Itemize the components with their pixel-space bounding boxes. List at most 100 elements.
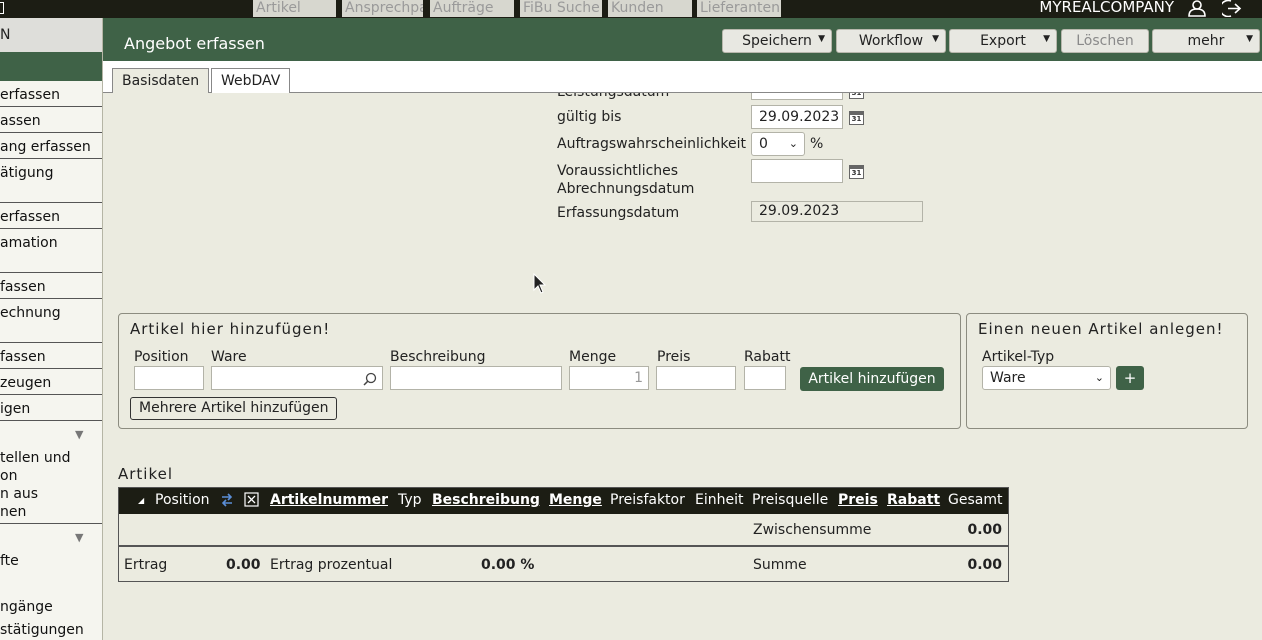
sidebar-header[interactable]: N xyxy=(0,18,102,52)
article-type-label: Artikel-Typ xyxy=(982,349,1055,365)
th-beschreibung[interactable]: Beschreibung xyxy=(432,492,540,508)
sidebar-item[interactable]: erfassen xyxy=(0,208,102,226)
summe-label: Summe xyxy=(753,557,807,573)
position-input[interactable] xyxy=(134,366,204,390)
delete-all-icon[interactable] xyxy=(244,492,259,507)
th-menge[interactable]: Menge xyxy=(549,492,602,508)
quicksearch-auftraege[interactable]: Aufträge xyxy=(430,0,514,17)
quicksearch-artikel[interactable]: Artikel xyxy=(253,0,336,17)
th-preis[interactable]: Preis xyxy=(838,492,878,508)
wahrscheinlichkeit-select[interactable]: 0 ⌄ xyxy=(751,132,805,156)
sidebar-item[interactable]: fte xyxy=(0,552,102,570)
tab-basisdaten[interactable]: Basisdaten xyxy=(112,68,210,93)
sidebar-item[interactable]: assen xyxy=(0,112,102,130)
dropdown-caret-icon: ▼ xyxy=(932,34,939,44)
add-article-fieldset: Artikel hier hinzufügen! Position Ware B… xyxy=(118,313,961,429)
sort-triangle-icon[interactable]: ◢ xyxy=(138,496,144,505)
sidebar-item[interactable]: stätigungen xyxy=(0,621,102,639)
add-new-article-button[interactable]: + xyxy=(1116,366,1144,390)
more-button-label: mehr xyxy=(1187,33,1225,49)
reorder-icon[interactable] xyxy=(219,492,235,508)
sidebar-item[interactable]: fassen xyxy=(0,278,102,296)
quicksearch-kunden[interactable]: Kunden xyxy=(608,0,692,17)
dropdown-caret-icon: ▼ xyxy=(818,34,825,44)
ertrag-label: Ertrag xyxy=(124,557,168,573)
menge-input[interactable]: 1 xyxy=(569,366,649,390)
sidebar-item[interactable]: nen xyxy=(0,503,102,521)
wahrscheinlichkeit-value: 0 xyxy=(759,136,768,152)
erfassungsdatum-field: 29.09.2023 xyxy=(751,201,923,222)
sidebar-item[interactable]: ätigung xyxy=(0,164,102,182)
ertrag-value: 0.00 xyxy=(226,557,261,573)
quicksearch-fibu[interactable]: FiBu Suche xyxy=(520,0,602,17)
collapse-caret-icon[interactable]: ▼ xyxy=(75,531,83,544)
user-icon[interactable] xyxy=(1186,0,1208,17)
sidebar-item[interactable]: n aus xyxy=(0,485,102,503)
sidebar-item[interactable]: fassen xyxy=(0,348,102,366)
export-button-label: Export xyxy=(980,33,1026,49)
leistungsdatum-input[interactable] xyxy=(751,93,843,100)
new-article-fieldset: Einen neuen Artikel anlegen! Artikel-Typ… xyxy=(966,313,1248,429)
th-gesamt: Gesamt xyxy=(948,492,1003,508)
col-rabatt: Rabatt xyxy=(744,349,791,365)
gueltig-bis-label: gültig bis xyxy=(557,109,622,125)
collapse-caret-icon[interactable]: ▼ xyxy=(75,428,83,441)
more-button[interactable]: mehr ▼ xyxy=(1152,29,1260,53)
sidebar-item[interactable]: on xyxy=(0,467,102,485)
total-row: Ertrag 0.00 Ertrag prozentual 0.00 % Sum… xyxy=(119,549,1008,581)
menu-toggle-icon[interactable] xyxy=(0,2,4,14)
sidebar-item[interactable]: tellen und xyxy=(0,449,102,467)
save-button-label: Speichern xyxy=(742,33,812,49)
quicksearch-ansprechpartner[interactable]: Ansprechpartner xyxy=(342,0,423,17)
article-type-select[interactable]: Ware ⌄ xyxy=(982,366,1111,390)
zwischensumme-value: 0.00 xyxy=(967,522,1002,538)
col-position: Position xyxy=(134,349,189,365)
ertrag-prozentual-label: Ertrag prozentual xyxy=(270,557,393,573)
sidebar-item[interactable]: amation xyxy=(0,234,102,252)
add-multiple-articles-button[interactable]: Mehrere Artikel hinzufügen xyxy=(130,397,338,420)
sidebar-item[interactable]: echnung xyxy=(0,304,102,322)
calendar-icon[interactable]: 31 xyxy=(849,93,864,99)
beschreibung-input[interactable] xyxy=(390,366,562,390)
logout-icon[interactable] xyxy=(1222,0,1244,17)
workflow-button[interactable]: Workflow ▼ xyxy=(836,29,946,53)
th-artikelnummer[interactable]: Artikelnummer xyxy=(270,492,388,508)
th-rabatt[interactable]: Rabatt xyxy=(887,492,940,508)
dropdown-caret-icon: ▼ xyxy=(1246,34,1253,44)
subtotal-row: Zwischensumme 0.00 xyxy=(119,514,1008,547)
sidebar-item[interactable]: zeugen xyxy=(0,374,102,392)
th-typ: Typ xyxy=(398,492,422,508)
delete-button[interactable]: Löschen xyxy=(1061,29,1149,53)
sidebar-item[interactable]: ang erfassen xyxy=(0,138,102,156)
add-article-button[interactable]: Artikel hinzufügen xyxy=(800,367,944,391)
calendar-icon[interactable]: 31 xyxy=(849,165,864,179)
th-position[interactable]: Position xyxy=(155,492,210,508)
top-bar: Artikel Ansprechpartner Aufträge FiBu Su… xyxy=(0,0,1262,18)
preis-input[interactable] xyxy=(656,366,736,390)
search-icon[interactable] xyxy=(363,372,377,386)
export-button[interactable]: Export ▼ xyxy=(949,29,1057,53)
abrechnung-label-1: Voraussichtliches xyxy=(557,163,679,179)
dropdown-caret-icon: ▼ xyxy=(1043,34,1050,44)
quicksearch-lieferanten[interactable]: Lieferanten xyxy=(697,0,781,17)
sidebar: N erfassen assen ang erfassen ätigung er… xyxy=(0,18,103,640)
abrechnung-input[interactable] xyxy=(751,159,843,183)
percent-sign: % xyxy=(810,136,824,152)
tab-bar: Basisdaten WebDAV xyxy=(103,61,1262,93)
save-button[interactable]: Speichern ▼ xyxy=(722,29,832,53)
chevron-down-icon: ⌄ xyxy=(788,137,798,150)
zwischensumme-label: Zwischensumme xyxy=(753,522,872,538)
new-article-legend: Einen neuen Artikel anlegen! xyxy=(978,320,1224,338)
th-einheit: Einheit xyxy=(695,492,744,508)
sidebar-item[interactable]: ngänge xyxy=(0,598,102,616)
sidebar-item[interactable]: igen xyxy=(0,400,102,418)
erfassungsdatum-label: Erfassungsdatum xyxy=(557,205,680,221)
sidebar-item[interactable]: erfassen xyxy=(0,86,102,104)
rabatt-input[interactable] xyxy=(744,366,786,390)
calendar-icon[interactable]: 31 xyxy=(849,111,864,125)
tab-webdav[interactable]: WebDAV xyxy=(211,68,291,93)
ertrag-prozentual-value: 0.00 % xyxy=(481,557,535,573)
ware-input[interactable] xyxy=(211,366,383,390)
gueltig-bis-input[interactable]: 29.09.2023 xyxy=(751,105,843,129)
wahrscheinlichkeit-label: Auftragswahrscheinlichkeit xyxy=(557,136,746,152)
